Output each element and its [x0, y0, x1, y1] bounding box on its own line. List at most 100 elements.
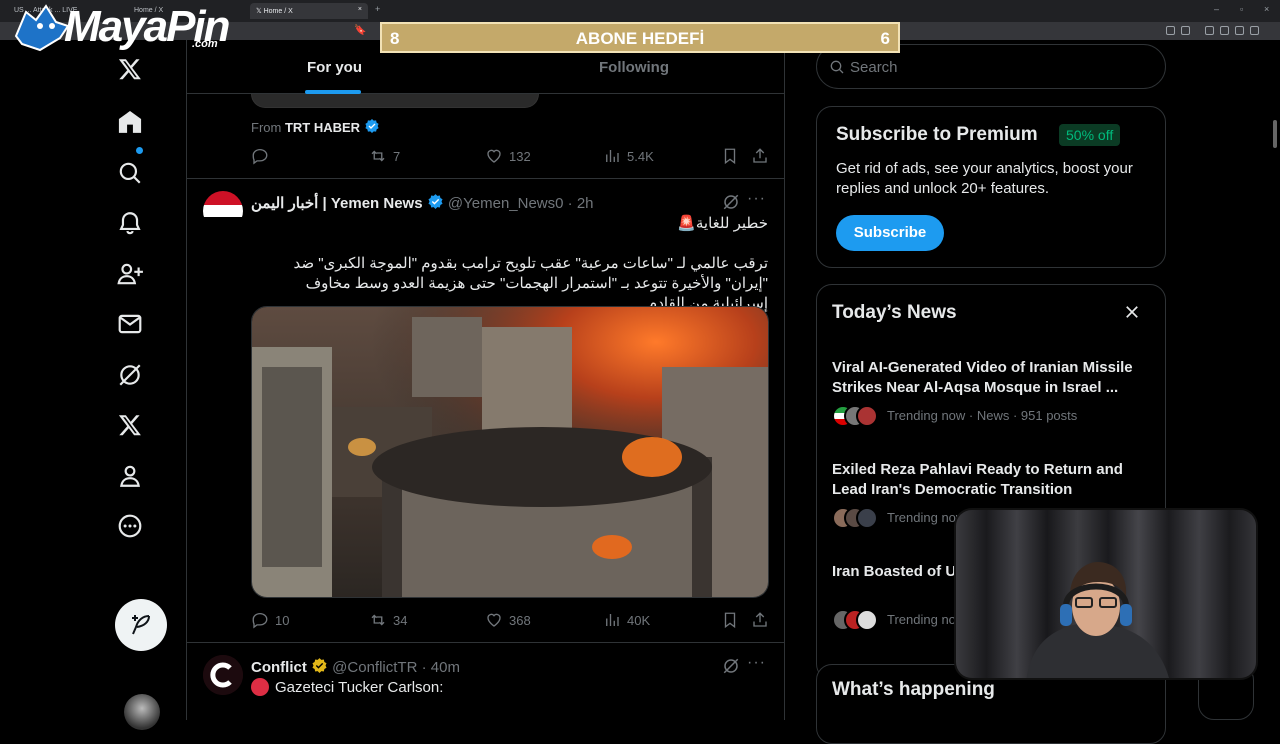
more-options-icon[interactable]: ··· — [747, 190, 766, 208]
premium-title: Subscribe to Premium — [836, 124, 1038, 145]
reply-button[interactable]: 10 — [251, 611, 289, 629]
feather-plus-icon — [132, 615, 150, 635]
subscribe-button[interactable]: Subscribe — [836, 215, 944, 251]
view-count: 5.4K — [627, 148, 654, 164]
close-icon[interactable] — [1123, 303, 1141, 321]
tweet-image[interactable] — [251, 306, 769, 598]
goal-target: 6 — [880, 29, 890, 48]
tab-indicator — [305, 90, 361, 94]
main-feed: From TRT HABER 7 132 5.4K أخبار اليمن | … — [186, 40, 785, 720]
subscriber-goal-bar: 8 ABONE HEDEFİ 6 — [380, 22, 900, 53]
author-name[interactable]: Conflict — [251, 659, 307, 676]
news-meta: Trending no — [887, 612, 956, 627]
news-avatars — [832, 405, 882, 427]
tweet-time[interactable]: · 2h — [568, 195, 594, 212]
news-avatars — [832, 507, 882, 529]
share-icon[interactable] — [751, 611, 769, 629]
tweet-headline: خطير للغاية🚨 — [677, 215, 768, 232]
maximize-icon[interactable]: ▫ — [1240, 4, 1243, 14]
extension-icon[interactable] — [1250, 26, 1259, 35]
views-button[interactable]: 5.4K — [603, 147, 654, 165]
mail-icon[interactable] — [113, 307, 147, 341]
grok-icon[interactable] — [722, 657, 740, 675]
mayapin-logo: MayaPin .com — [4, 0, 232, 52]
news-title: Today’s News — [832, 302, 957, 323]
tab-following[interactable]: Following — [599, 59, 669, 76]
new-tab-button[interactable]: + — [375, 4, 380, 14]
left-sidebar — [0, 40, 186, 730]
reply-count: 10 — [275, 612, 290, 628]
yemen-news-avatar[interactable] — [203, 191, 243, 231]
more-options-icon[interactable]: ··· — [747, 654, 766, 672]
minimize-icon[interactable]: – — [1214, 4, 1219, 14]
bookmark-icon[interactable]: 🔖 — [354, 25, 366, 36]
post-button[interactable] — [115, 599, 167, 651]
tweet-text: Gazeteci Tucker Carlson: — [251, 678, 443, 696]
author-handle[interactable]: @Yemen_News0 — [448, 195, 564, 212]
news-headline: Exiled Reza Pahlavi Ready to Return and … — [832, 461, 1123, 498]
views-button[interactable]: 40K — [603, 611, 650, 629]
repost-count: 34 — [393, 612, 408, 628]
tweet-author[interactable]: Conflict @ConflictTR · 40m — [251, 657, 460, 676]
tweet-actions: 7 132 5.4K — [251, 147, 771, 167]
divider — [187, 642, 784, 643]
tab-for-you[interactable]: For you — [307, 59, 362, 76]
from-prefix: From — [251, 120, 282, 135]
browser-tab-active[interactable]: 𝕏 Home / X × — [250, 3, 368, 19]
profile-icon[interactable] — [113, 459, 147, 493]
news-item[interactable]: Viral AI-Generated Video of Iranian Miss… — [832, 358, 1152, 427]
extension-icon[interactable] — [1166, 26, 1175, 35]
divider — [187, 178, 784, 179]
bookmark-icon[interactable] — [721, 147, 739, 165]
repost-button[interactable]: 7 — [369, 147, 400, 165]
view-count: 40K — [627, 612, 651, 628]
x-logo-icon[interactable] — [113, 52, 147, 86]
bell-icon[interactable] — [113, 206, 147, 240]
tweet-text-content: Gazeteci Tucker Carlson: — [275, 678, 444, 696]
extension-icon[interactable] — [1181, 26, 1190, 35]
grok-icon[interactable] — [722, 193, 740, 211]
news-headline: Viral AI-Generated Video of Iranian Miss… — [832, 359, 1133, 396]
repost-button[interactable]: 34 — [369, 611, 407, 629]
from-name[interactable]: TRT HABER — [285, 120, 360, 135]
goal-label: ABONE HEDEFİ — [575, 29, 705, 48]
tweet-author[interactable]: أخبار اليمن | Yemen News @Yemen_News0 · … — [251, 193, 594, 212]
reply-button[interactable] — [251, 147, 269, 165]
brand-suffix: .com — [192, 38, 218, 50]
repost-count: 7 — [393, 148, 401, 164]
scrollbar[interactable] — [1273, 120, 1277, 148]
author-handle[interactable]: @ConflictTR — [332, 659, 417, 676]
close-window-icon[interactable]: × — [1264, 4, 1269, 14]
search-icon[interactable] — [113, 156, 147, 190]
previous-tweet-media[interactable] — [251, 94, 539, 108]
webcam-overlay — [954, 508, 1258, 680]
account-avatar[interactable] — [124, 694, 160, 730]
verified-badge-icon — [365, 119, 379, 133]
grok-icon[interactable] — [113, 358, 147, 392]
tweet-source: From TRT HABER — [251, 118, 380, 135]
close-tab-icon[interactable]: × — [358, 6, 362, 13]
more-circle-icon[interactable] — [113, 509, 147, 543]
like-button[interactable]: 368 — [485, 611, 531, 629]
premium-card: Subscribe to Premium 50% off Get rid of … — [816, 106, 1166, 268]
author-name[interactable]: أخبار اليمن | Yemen News — [251, 195, 423, 212]
whats-happening-title: What’s happening — [832, 679, 995, 700]
conflict-avatar[interactable] — [203, 655, 243, 695]
verified-badge-icon — [428, 194, 443, 209]
share-icon[interactable] — [751, 147, 769, 165]
premium-x-icon[interactable] — [113, 408, 147, 442]
red-circle-icon — [251, 678, 269, 696]
news-item[interactable]: Exiled Reza Pahlavi Ready to Return and … — [832, 460, 1152, 529]
news-meta: Trending now · News · 951 posts — [887, 408, 1078, 423]
tweet-actions: 10 34 368 40K — [251, 611, 771, 631]
follow-icon[interactable] — [113, 257, 147, 291]
gold-verified-badge-icon — [312, 658, 327, 673]
search-icon — [830, 60, 844, 74]
extension-icon[interactable] — [1205, 26, 1214, 35]
bookmark-icon[interactable] — [721, 611, 739, 629]
like-button[interactable]: 132 — [485, 147, 531, 165]
tweet-time[interactable]: · 40m — [422, 659, 460, 676]
home-icon[interactable] — [113, 105, 147, 139]
extension-icon[interactable] — [1235, 26, 1244, 35]
extension-icon[interactable] — [1220, 26, 1229, 35]
